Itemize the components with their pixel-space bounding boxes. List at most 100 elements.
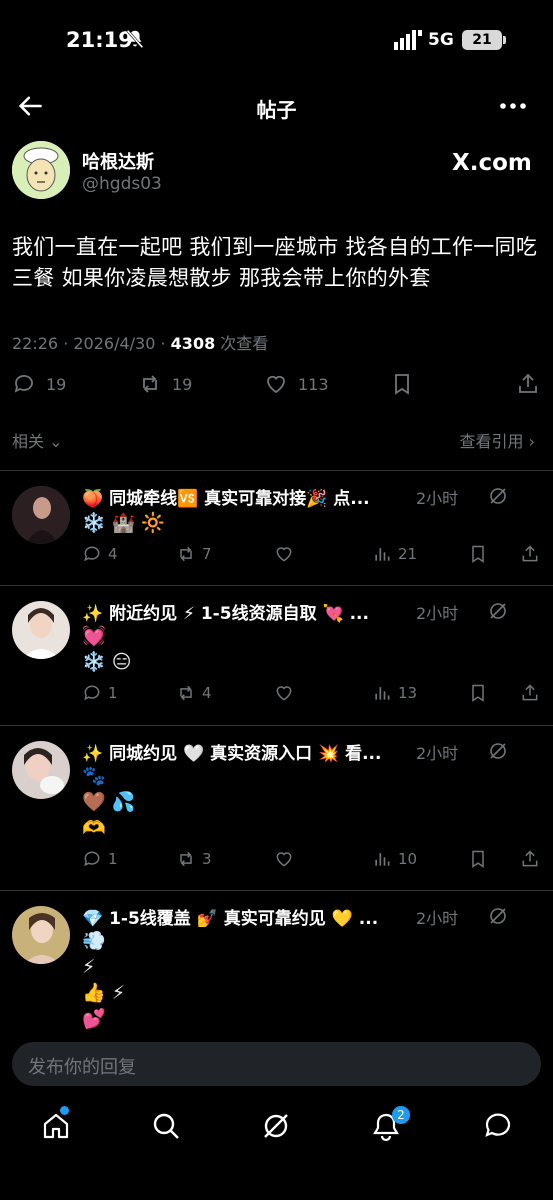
- share-button[interactable]: [520, 849, 540, 869]
- bell-muted-icon: [126, 29, 144, 49]
- feed-line: 🫶: [82, 817, 106, 839]
- post-actions: 19 19 113: [0, 372, 553, 402]
- feed-item[interactable]: ✨ 同城约见 🤍 真实资源入口 💥 看... 2小时 🐾 🤎 💦 🫶 1 3 1…: [0, 725, 553, 890]
- feed-avatar[interactable]: [12, 906, 70, 964]
- reply-count: 1: [108, 850, 118, 868]
- post-meta: 22:26 · 2026/4/30 · 4308 次查看: [12, 330, 268, 354]
- like-button[interactable]: [274, 544, 294, 564]
- feed-title: 🍑 同城牵线🆚 真实可靠对接🎉 点...: [82, 489, 370, 509]
- views-button[interactable]: 13: [372, 683, 417, 703]
- page-title: 帖子: [256, 98, 297, 122]
- feed-title: ✨ 附近约见 ⚡ 1-5线资源自取 💘 ...: [82, 604, 369, 624]
- repost-button[interactable]: 3: [176, 849, 212, 869]
- reply-icon: [84, 685, 100, 701]
- notifications-badge: 2: [392, 1106, 410, 1124]
- photo-avatar-icon: [12, 906, 70, 964]
- author-handle[interactable]: @hgds03: [82, 174, 162, 194]
- feed-item[interactable]: 🍑 同城牵线🆚 真实可靠对接🎉 点... 2小时 ❄️ 🏰 🔆 4 7 21: [0, 470, 553, 585]
- view-quotes-link[interactable]: 查看引用 ›: [459, 428, 535, 452]
- feed-item[interactable]: 💎 1-5线覆盖 💅 真实可靠约见 💛 ... 2小时 💨 ⚡ 👍 ⚡ 💕: [0, 890, 553, 1035]
- feed-line: 👍 ⚡: [82, 982, 126, 1004]
- share-button[interactable]: [520, 683, 540, 703]
- reply-icon: [84, 851, 100, 867]
- feed-title: 💎 1-5线覆盖 💅 真实可靠约见 💛 ...: [82, 909, 379, 929]
- grok-icon[interactable]: [260, 1110, 292, 1142]
- feed-time: 2小时: [416, 744, 459, 763]
- bar-chart-icon: [375, 548, 390, 561]
- home-new-dot: [60, 1106, 69, 1115]
- photo-avatar-icon: [12, 486, 70, 544]
- like-button[interactable]: 113: [264, 372, 329, 396]
- feed-title: ✨ 同城约见 🤍 真实资源入口 💥 看...: [82, 744, 382, 764]
- views-button[interactable]: 10: [372, 849, 417, 869]
- like-count: 113: [298, 374, 329, 394]
- author-avatar[interactable]: [12, 141, 70, 199]
- bookmark-button[interactable]: [468, 544, 488, 564]
- bookmark-icon: [395, 374, 409, 395]
- feed-time: 2小时: [416, 909, 459, 928]
- messages-icon[interactable]: [482, 1110, 514, 1142]
- view-quotes-label: 查看引用: [459, 432, 524, 451]
- repost-button[interactable]: 7: [176, 544, 212, 564]
- repost-icon: [180, 851, 192, 867]
- reply-button[interactable]: 1: [82, 849, 118, 869]
- feed-line: 💓: [82, 625, 106, 647]
- feed-avatar[interactable]: [12, 486, 70, 544]
- photo-avatar-icon: [12, 741, 70, 799]
- feed-line: ❄️ 🏰 🔆: [82, 512, 166, 534]
- grok-icon[interactable]: [488, 741, 508, 761]
- grok-icon[interactable]: [488, 601, 508, 621]
- share-icon: [522, 545, 538, 562]
- feed-avatar[interactable]: [12, 601, 70, 659]
- related-bar: 相关 ⌄ 查看引用 ›: [0, 420, 553, 460]
- bookmark-icon: [472, 850, 484, 868]
- reply-icon: [14, 375, 33, 393]
- status-bar: 21:19 5G 21: [0, 0, 553, 80]
- heart-icon: [276, 852, 292, 867]
- repost-icon: [180, 546, 192, 562]
- heart-icon: [276, 686, 292, 701]
- reply-button[interactable]: 19: [12, 372, 66, 396]
- repost-button[interactable]: 4: [176, 683, 212, 703]
- feed-line: ⚡: [82, 956, 96, 978]
- bar-chart-icon: [375, 853, 390, 866]
- reply-button[interactable]: 1: [82, 683, 118, 703]
- more-options-icon[interactable]: [498, 92, 528, 120]
- home-icon[interactable]: [40, 1110, 72, 1142]
- bookmark-button[interactable]: [390, 372, 414, 396]
- like-button[interactable]: [274, 683, 294, 703]
- view-count: 4308: [170, 334, 216, 353]
- grok-icon[interactable]: [488, 906, 508, 926]
- views-button[interactable]: 21: [372, 544, 417, 564]
- feed-line: 💨: [82, 930, 106, 952]
- share-button[interactable]: [520, 544, 540, 564]
- repost-count: 4: [202, 684, 212, 702]
- reply-input[interactable]: 发布你的回复: [12, 1042, 541, 1086]
- repost-icon: [180, 685, 192, 701]
- view-suffix: 次查看: [215, 334, 269, 353]
- bookmark-button[interactable]: [468, 683, 488, 703]
- feed-item[interactable]: ✨ 附近约见 ⚡ 1-5线资源自取 💘 ... 2小时 💓 ❄️ 😑 1 4 1…: [0, 585, 553, 725]
- author-name[interactable]: 哈根达斯: [82, 148, 154, 174]
- feed-avatar[interactable]: [12, 741, 70, 799]
- bookmark-button[interactable]: [468, 849, 488, 869]
- feed-actions: 1 3 10: [0, 849, 553, 875]
- post-text: 我们一直在一起吧 我们到一座城市 找各自的工作一同吃三餐 如果你凌晨想散步 那我…: [12, 235, 538, 290]
- reply-button[interactable]: 4: [82, 544, 118, 564]
- feed-time: 2小时: [416, 604, 459, 623]
- repost-button[interactable]: 19: [138, 372, 192, 396]
- source-label: X.com: [452, 150, 532, 176]
- like-button[interactable]: [274, 849, 294, 869]
- search-icon[interactable]: [150, 1110, 182, 1142]
- share-icon: [522, 684, 538, 701]
- network-label: 5G: [428, 30, 454, 50]
- feed-line: 🐾: [82, 765, 106, 787]
- feed-line: ❄️ 😑: [82, 651, 132, 673]
- top-bar: 帖子: [0, 80, 553, 132]
- reply-placeholder: 发布你的回复: [28, 1057, 136, 1078]
- view-count: 13: [398, 684, 418, 702]
- bar-chart-icon: [375, 687, 390, 700]
- grok-icon[interactable]: [488, 486, 508, 506]
- related-filter[interactable]: 相关 ⌄: [12, 428, 63, 452]
- share-button[interactable]: [516, 372, 540, 396]
